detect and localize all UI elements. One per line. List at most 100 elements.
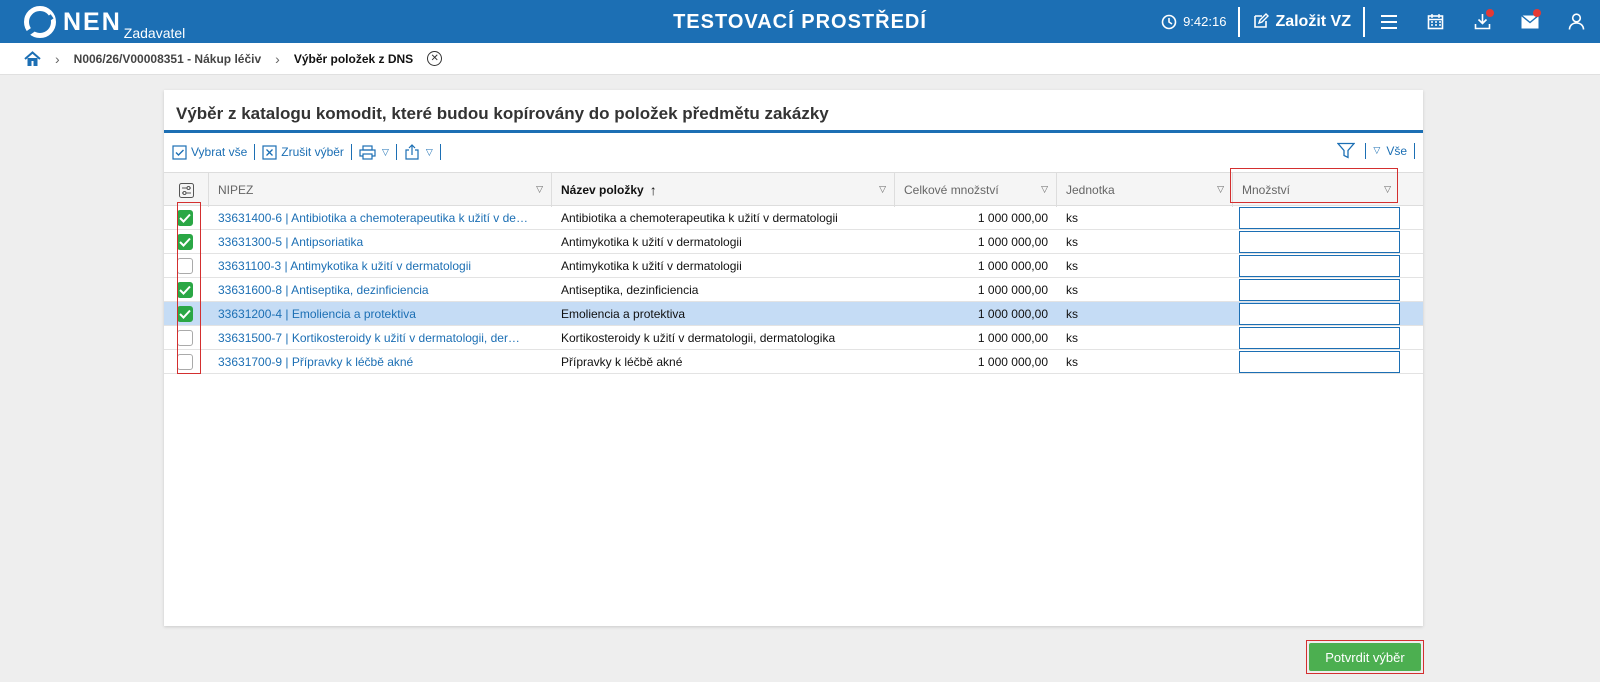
- filter-button[interactable]: [1337, 142, 1358, 159]
- column-label: NIPEZ: [218, 183, 254, 197]
- table-row[interactable]: 33631300-5 | Antipsoriatika Antimykotika …: [164, 230, 1423, 254]
- check-icon: [179, 213, 191, 223]
- column-filter-icon[interactable]: ▽: [1384, 184, 1391, 195]
- sort-asc-icon: ↑: [649, 182, 657, 198]
- quantity-input[interactable]: [1239, 303, 1400, 325]
- clock-icon: [1161, 14, 1177, 29]
- nipez-link[interactable]: 33631400-6 | Antibiotika a chemoterapeut…: [209, 206, 552, 230]
- calendar-button[interactable]: [1412, 0, 1459, 43]
- quantity-input[interactable]: [1239, 327, 1400, 349]
- export-button[interactable]: ▽: [404, 144, 433, 160]
- top-bar: NEN Zadavatel TESTOVACÍ PROSTŘEDÍ 9:42:1…: [0, 0, 1600, 43]
- print-button[interactable]: ▽: [359, 144, 389, 160]
- dropdown-arrow-icon: ▽: [1373, 145, 1381, 155]
- session-clock: 9:42:16: [1161, 14, 1226, 30]
- column-label: Celkové množství: [904, 183, 999, 197]
- column-header-nipez[interactable]: NIPEZ ▽: [209, 173, 552, 207]
- messages-button[interactable]: [1506, 0, 1553, 43]
- column-filter-icon[interactable]: ▽: [1217, 184, 1224, 195]
- column-header-name[interactable]: Název položky ↑ ▽: [552, 173, 895, 207]
- row-checkbox[interactable]: [177, 306, 193, 322]
- home-icon[interactable]: [24, 50, 41, 67]
- item-name: Přípravky k léčbě akné: [561, 355, 683, 369]
- dropdown-arrow-icon: ▽: [381, 146, 389, 157]
- filter-all-dropdown[interactable]: ▽ Vše: [1373, 144, 1407, 158]
- row-checkbox[interactable]: [177, 354, 193, 370]
- quantity-input[interactable]: [1239, 231, 1400, 253]
- total-quantity: 1 000 000,00: [977, 355, 1048, 369]
- table-row[interactable]: 33631600-8 | Antiseptika, dezinficiencia…: [164, 278, 1423, 302]
- create-tender-button[interactable]: Založit VZ: [1240, 13, 1363, 31]
- user-profile-button[interactable]: [1553, 0, 1600, 43]
- quantity-input[interactable]: [1239, 255, 1400, 277]
- close-circle-icon[interactable]: ✕: [427, 51, 443, 66]
- quantity-input[interactable]: [1239, 207, 1400, 229]
- column-filter-icon[interactable]: ▽: [1041, 184, 1048, 195]
- item-name: Kortikosteroidy k užití v dermatologii, …: [561, 331, 836, 345]
- menu-button[interactable]: [1365, 0, 1412, 43]
- column-header-total[interactable]: Celkové množství ▽: [895, 173, 1057, 207]
- filter-icon: [1337, 142, 1356, 159]
- table-row[interactable]: 33631400-6 | Antibiotika a chemoterapeut…: [164, 206, 1423, 230]
- column-label: Množství: [1242, 183, 1291, 197]
- unit: ks: [1066, 283, 1078, 297]
- check-icon: [179, 285, 191, 295]
- select-all-icon: [172, 144, 187, 160]
- total-quantity: 1 000 000,00: [977, 283, 1048, 297]
- item-name: Emoliencia a protektiva: [561, 307, 686, 321]
- downloads-button[interactable]: [1459, 0, 1506, 43]
- nipez-link[interactable]: 33631500-7 | Kortikosteroidy k užití v d…: [209, 326, 552, 350]
- notification-dot: [1486, 9, 1494, 17]
- logo-icon: [24, 6, 56, 38]
- column-label: Název položky: [561, 183, 644, 197]
- column-settings-button[interactable]: [164, 173, 209, 207]
- unit: ks: [1066, 331, 1078, 345]
- create-tender-label: Založit VZ: [1275, 12, 1351, 30]
- nipez-link[interactable]: 33631100-3 | Antimykotika k užití v derm…: [209, 254, 552, 278]
- table-row[interactable]: 33631100-3 | Antimykotika k užití v derm…: [164, 254, 1423, 278]
- nipez-link[interactable]: 33631200-4 | Emoliencia a protektiva: [209, 302, 552, 326]
- clear-selection-label: Zrušit výběr: [281, 145, 344, 159]
- nipez-link[interactable]: 33631300-5 | Antipsoriatika: [209, 230, 552, 254]
- nipez-link[interactable]: 33631600-8 | Antiseptika, dezinficiencia: [209, 278, 552, 302]
- row-checkbox[interactable]: [177, 234, 193, 250]
- table-row[interactable]: 33631700-9 | Přípravky k léčbě akné Přípr…: [164, 350, 1423, 374]
- logo-text: NEN: [63, 8, 122, 36]
- filter-all-label: Vše: [1386, 143, 1407, 158]
- column-header-qty[interactable]: Množství ▽: [1233, 173, 1399, 207]
- row-checkbox[interactable]: [177, 282, 193, 298]
- column-header-unit[interactable]: Jednotka ▽: [1057, 173, 1233, 207]
- edit-icon: [1254, 13, 1270, 28]
- item-name: Antimykotika k užití v dermatologii: [561, 235, 742, 249]
- breadcrumb: › N006/26/V00008351 - Nákup léčiv › Výbě…: [0, 43, 1600, 75]
- confirm-button-highlight: Potvrdit výběr: [1306, 640, 1424, 674]
- row-checkbox[interactable]: [177, 210, 193, 226]
- dropdown-arrow-icon: ▽: [425, 146, 433, 157]
- item-name: Antimykotika k užití v dermatologii: [561, 259, 742, 273]
- row-checkbox[interactable]: [177, 258, 193, 274]
- notification-dot: [1533, 9, 1541, 17]
- unit: ks: [1066, 211, 1078, 225]
- table-row[interactable]: 33631500-7 | Kortikosteroidy k užití v d…: [164, 326, 1423, 350]
- item-name: Antiseptika, dezinficiencia: [561, 283, 699, 297]
- quantity-input[interactable]: [1239, 279, 1400, 301]
- total-quantity: 1 000 000,00: [977, 211, 1048, 225]
- quantity-input[interactable]: [1239, 351, 1400, 373]
- total-quantity: 1 000 000,00: [977, 259, 1048, 273]
- table-row[interactable]: 33631200-4 | Emoliencia a protektiva Emol…: [164, 302, 1423, 326]
- column-filter-icon[interactable]: ▽: [536, 184, 543, 195]
- export-icon: [405, 144, 419, 160]
- table-header: NIPEZ ▽ Název položky ↑ ▽ Celkové množst…: [164, 172, 1423, 207]
- selection-card: Výběr z katalogu komodit, které budou ko…: [164, 90, 1423, 626]
- clear-selection-button[interactable]: Zrušit výběr: [262, 144, 344, 160]
- row-checkbox[interactable]: [177, 330, 193, 346]
- breadcrumb-parent[interactable]: N006/26/V00008351 - Nákup léčiv: [74, 52, 261, 66]
- logo-subtitle: Zadavatel: [123, 25, 186, 41]
- chevron-right-icon: ›: [55, 50, 60, 67]
- column-filter-icon[interactable]: ▽: [879, 184, 886, 195]
- unit: ks: [1066, 235, 1078, 249]
- select-all-button[interactable]: Vybrat vše: [172, 144, 247, 160]
- nipez-link[interactable]: 33631700-9 | Přípravky k léčbě akné: [209, 350, 552, 374]
- logo[interactable]: NEN Zadavatel: [24, 6, 185, 41]
- confirm-selection-button[interactable]: Potvrdit výběr: [1309, 643, 1421, 671]
